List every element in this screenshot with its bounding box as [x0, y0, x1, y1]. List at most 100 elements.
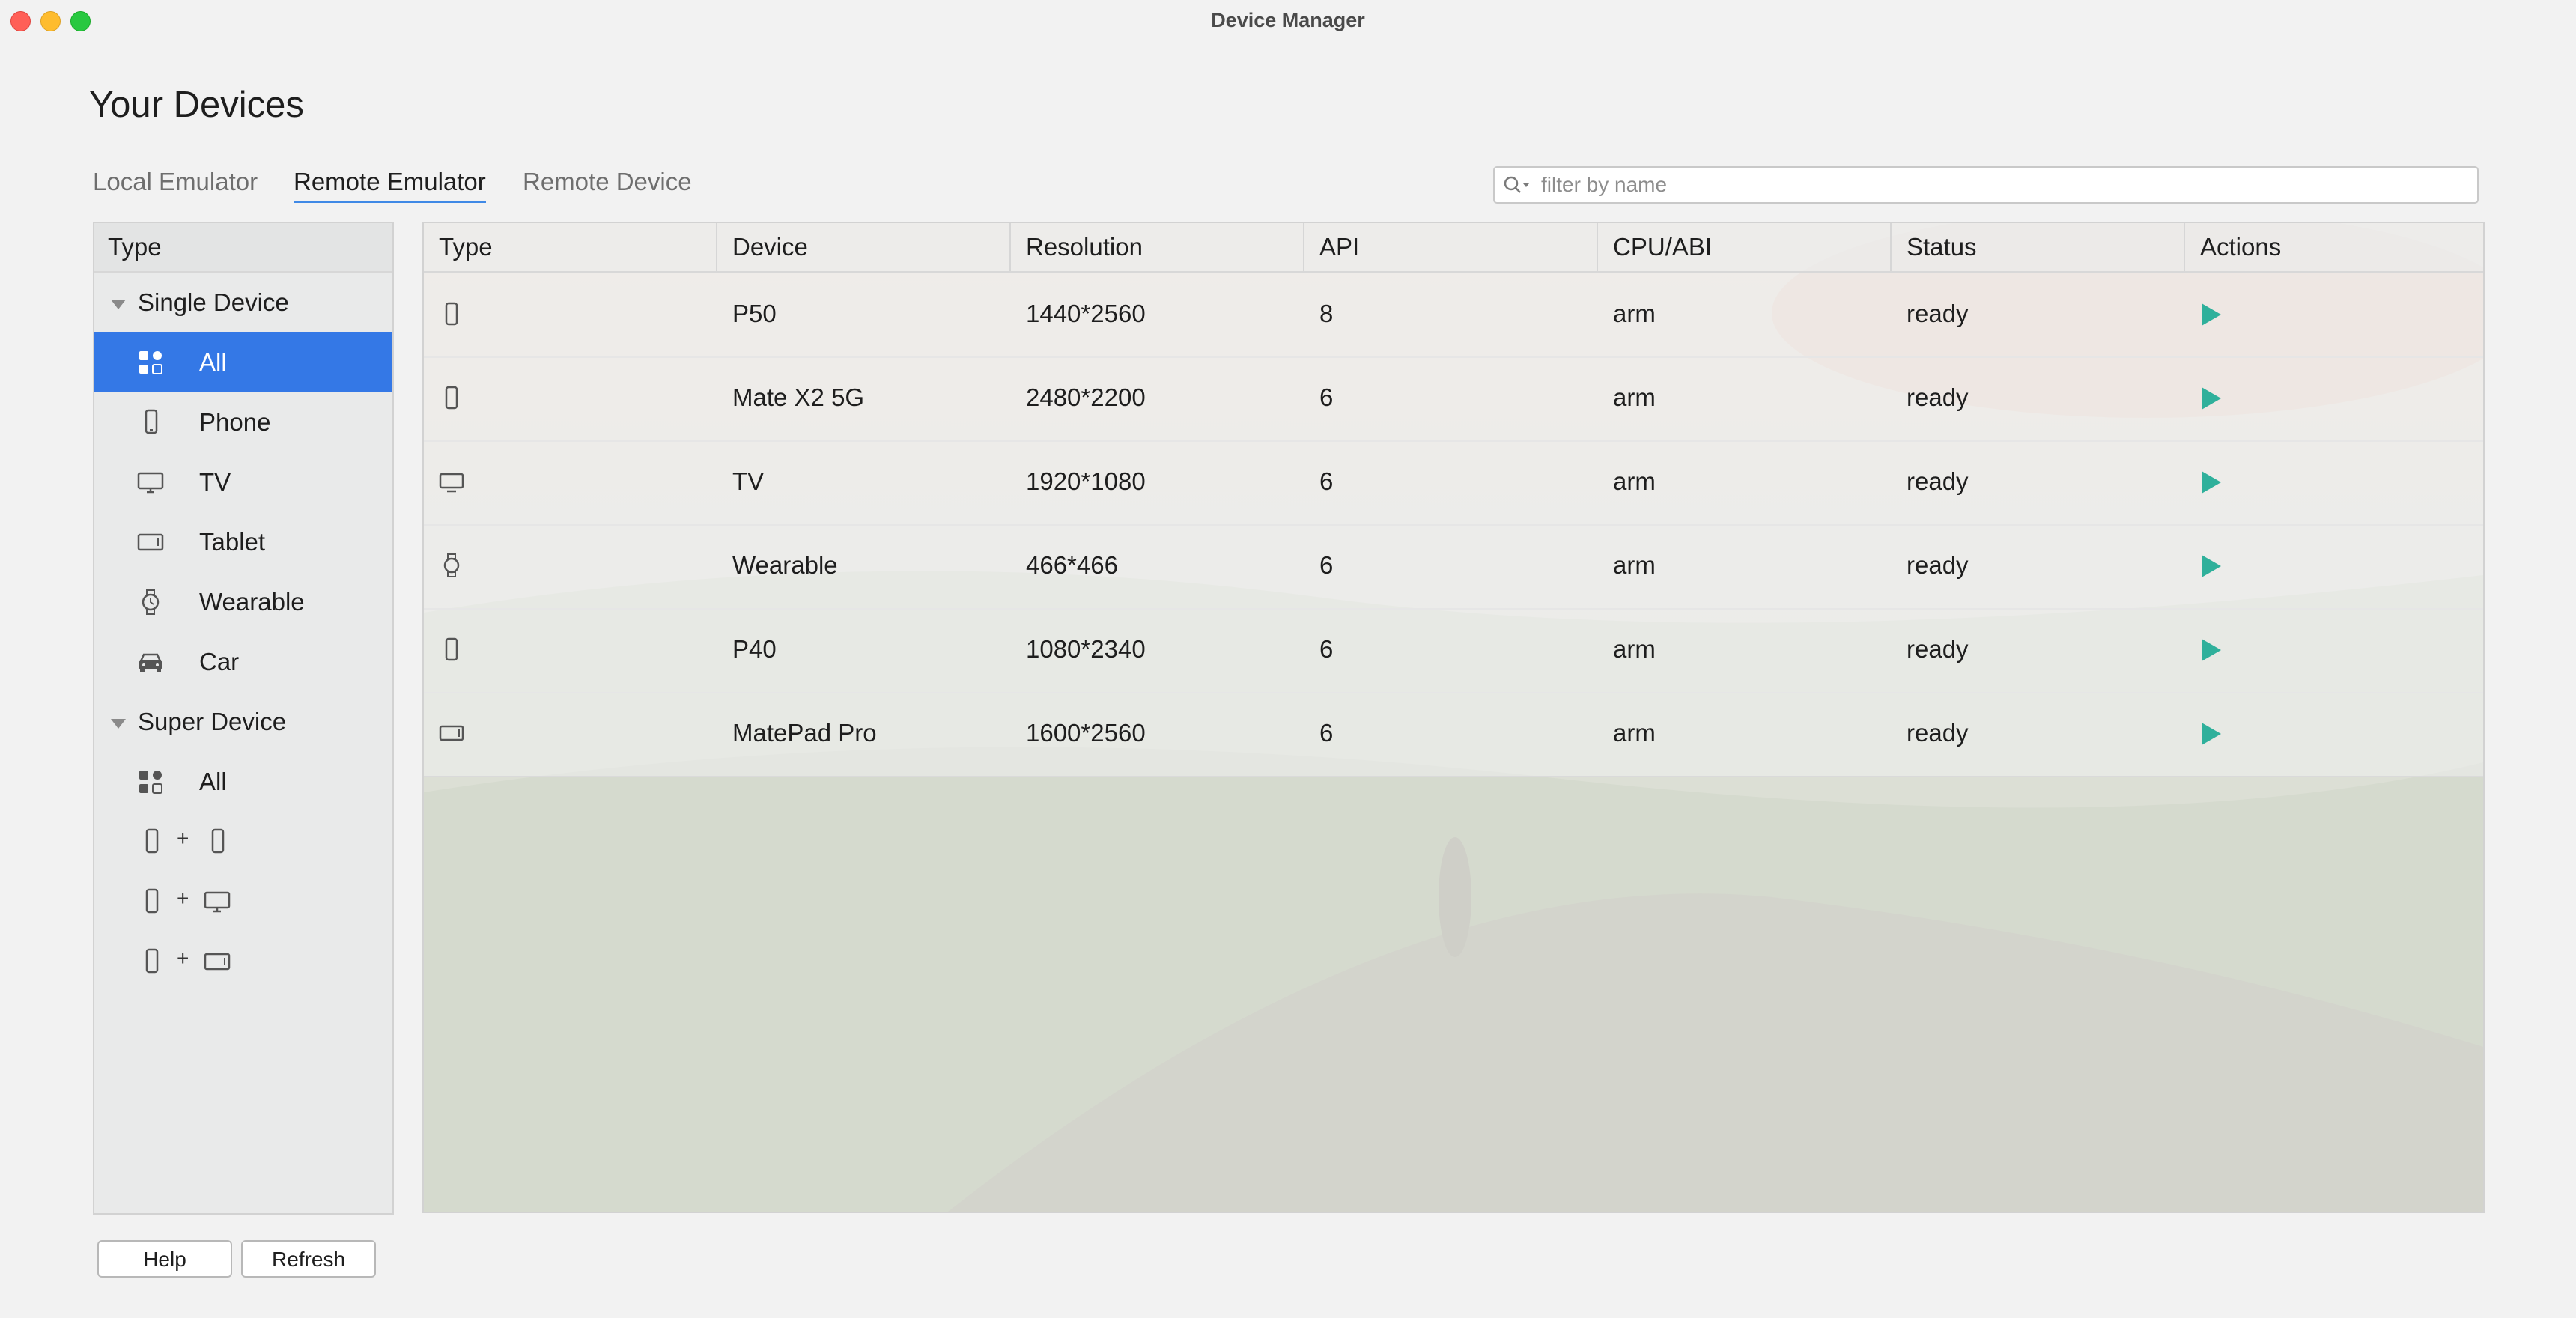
table-header: Type Device Resolution API CPU/ABI Statu… [424, 223, 2483, 273]
sidebar-item-phone-plus-tv[interactable]: + [94, 872, 392, 932]
status-cell: ready [1907, 383, 1969, 411]
resolution-cell: 1440*2560 [1026, 300, 1146, 327]
watch-icon [142, 589, 160, 615]
sidebar-item-car[interactable]: Car [94, 632, 392, 692]
phone-icon [145, 828, 159, 854]
group-label: Super Device [138, 708, 287, 735]
minimize-window-button[interactable] [40, 11, 61, 31]
cpu-cell: arm [1613, 635, 1656, 663]
car-icon [139, 653, 162, 672]
api-cell: 6 [1319, 551, 1334, 579]
table-row[interactable]: TV 1920*1080 6 arm ready [424, 440, 2483, 526]
device-cell: MatePad Pro [732, 719, 877, 747]
plus-sign: + [177, 887, 189, 910]
tv-icon [137, 472, 164, 494]
sidebar-item-label: TV [199, 468, 231, 496]
tab-remote-emulator[interactable]: Remote Emulator [294, 168, 486, 203]
resolution-cell: 1920*1080 [1026, 467, 1146, 495]
column-header-actions[interactable]: Actions [2185, 223, 2483, 271]
title-bar: Device Manager [0, 0, 2576, 40]
status-cell: ready [1907, 635, 1969, 663]
api-cell: 6 [1319, 635, 1334, 663]
table-row[interactable]: MatePad Pro 1600*2560 6 arm ready [424, 692, 2483, 777]
plus-sign: + [177, 827, 189, 850]
sidebar-item-wearable[interactable]: Wearable [94, 572, 392, 632]
tablet-icon [204, 953, 231, 971]
column-header-resolution[interactable]: Resolution [1011, 223, 1304, 271]
tv-icon [204, 891, 231, 913]
plus-sign: + [177, 947, 189, 970]
resolution-cell: 2480*2200 [1026, 383, 1146, 411]
phone-icon [145, 409, 158, 434]
play-icon[interactable] [2202, 303, 2221, 326]
phone-icon [211, 828, 225, 854]
play-icon[interactable] [2202, 387, 2221, 410]
sidebar-item-phone[interactable]: Phone [94, 392, 392, 452]
device-manager-window: Device Manager Your Devices Local Emulat… [0, 0, 2576, 1318]
sidebar-item-label: Wearable [199, 588, 305, 616]
cpu-cell: arm [1613, 383, 1656, 411]
status-cell: ready [1907, 719, 1969, 747]
help-button[interactable]: Help [97, 1240, 232, 1278]
column-header-device[interactable]: Device [717, 223, 1011, 271]
sidebar-item-label: Tablet [199, 528, 266, 556]
sidebar-header: Type [94, 223, 392, 273]
cpu-cell: arm [1613, 719, 1656, 747]
table-row[interactable]: Wearable 466*466 6 arm ready [424, 524, 2483, 610]
table-row[interactable]: P50 1440*2560 8 arm ready [424, 273, 2483, 358]
sidebar-item-phone-plus-tablet[interactable]: + [94, 932, 392, 991]
api-cell: 6 [1319, 719, 1334, 747]
status-cell: ready [1907, 551, 1969, 579]
tab-local-emulator[interactable]: Local Emulator [93, 168, 258, 201]
table-row[interactable]: P40 1080*2340 6 arm ready [424, 608, 2483, 693]
play-icon[interactable] [2202, 555, 2221, 577]
expand-triangle-icon[interactable] [111, 300, 126, 309]
column-header-status[interactable]: Status [1892, 223, 2185, 271]
device-cell: TV [732, 467, 765, 495]
sidebar-item-super-all[interactable]: All [94, 752, 392, 812]
expand-triangle-icon[interactable] [111, 719, 126, 729]
api-cell: 6 [1319, 383, 1334, 411]
refresh-button[interactable]: Refresh [241, 1240, 376, 1278]
column-header-api[interactable]: API [1304, 223, 1598, 271]
sidebar-item-all[interactable]: All [94, 332, 392, 392]
table-row[interactable]: Mate X2 5G 2480*2200 6 arm ready [424, 356, 2483, 442]
group-super-device[interactable]: Super Device [94, 692, 392, 752]
search-box [1493, 166, 2479, 204]
sidebar-item-phone-plus-phone[interactable]: + [94, 812, 392, 872]
cpu-cell: arm [1613, 467, 1656, 495]
api-cell: 8 [1319, 300, 1334, 327]
grid-icon [139, 771, 162, 794]
phone-icon [145, 888, 159, 914]
watch-icon [443, 553, 460, 577]
play-icon[interactable] [2202, 723, 2221, 745]
play-icon[interactable] [2202, 639, 2221, 661]
tab-remote-device[interactable]: Remote Device [523, 168, 692, 201]
group-single-device[interactable]: Single Device [94, 273, 392, 332]
sidebar-item-label: All [199, 768, 227, 795]
device-table: Type Device Resolution API CPU/ABI Statu… [422, 222, 2485, 1213]
tablet-icon [439, 725, 464, 741]
phone-icon [145, 948, 159, 974]
device-cell: P50 [732, 300, 777, 327]
maximize-window-button[interactable] [70, 11, 91, 31]
sidebar-item-tv[interactable]: TV [94, 452, 392, 512]
phone-icon [445, 386, 458, 410]
sidebar-item-label: Phone [199, 408, 271, 436]
column-header-cpu-abi[interactable]: CPU/ABI [1598, 223, 1892, 271]
close-window-button[interactable] [10, 11, 31, 31]
column-header-type[interactable]: Type [424, 223, 717, 271]
filter-input[interactable] [1540, 172, 2464, 198]
tablet-icon [137, 533, 164, 551]
resolution-cell: 466*466 [1026, 551, 1118, 579]
search-icon[interactable] [1502, 174, 1532, 197]
resolution-cell: 1080*2340 [1026, 635, 1146, 663]
grid-icon [139, 351, 162, 374]
api-cell: 6 [1319, 467, 1334, 495]
status-cell: ready [1907, 467, 1969, 495]
device-cell: P40 [732, 635, 777, 663]
play-icon[interactable] [2202, 471, 2221, 494]
cpu-cell: arm [1613, 300, 1656, 327]
sidebar-item-tablet[interactable]: Tablet [94, 512, 392, 572]
sidebar-item-label: Car [199, 648, 240, 675]
